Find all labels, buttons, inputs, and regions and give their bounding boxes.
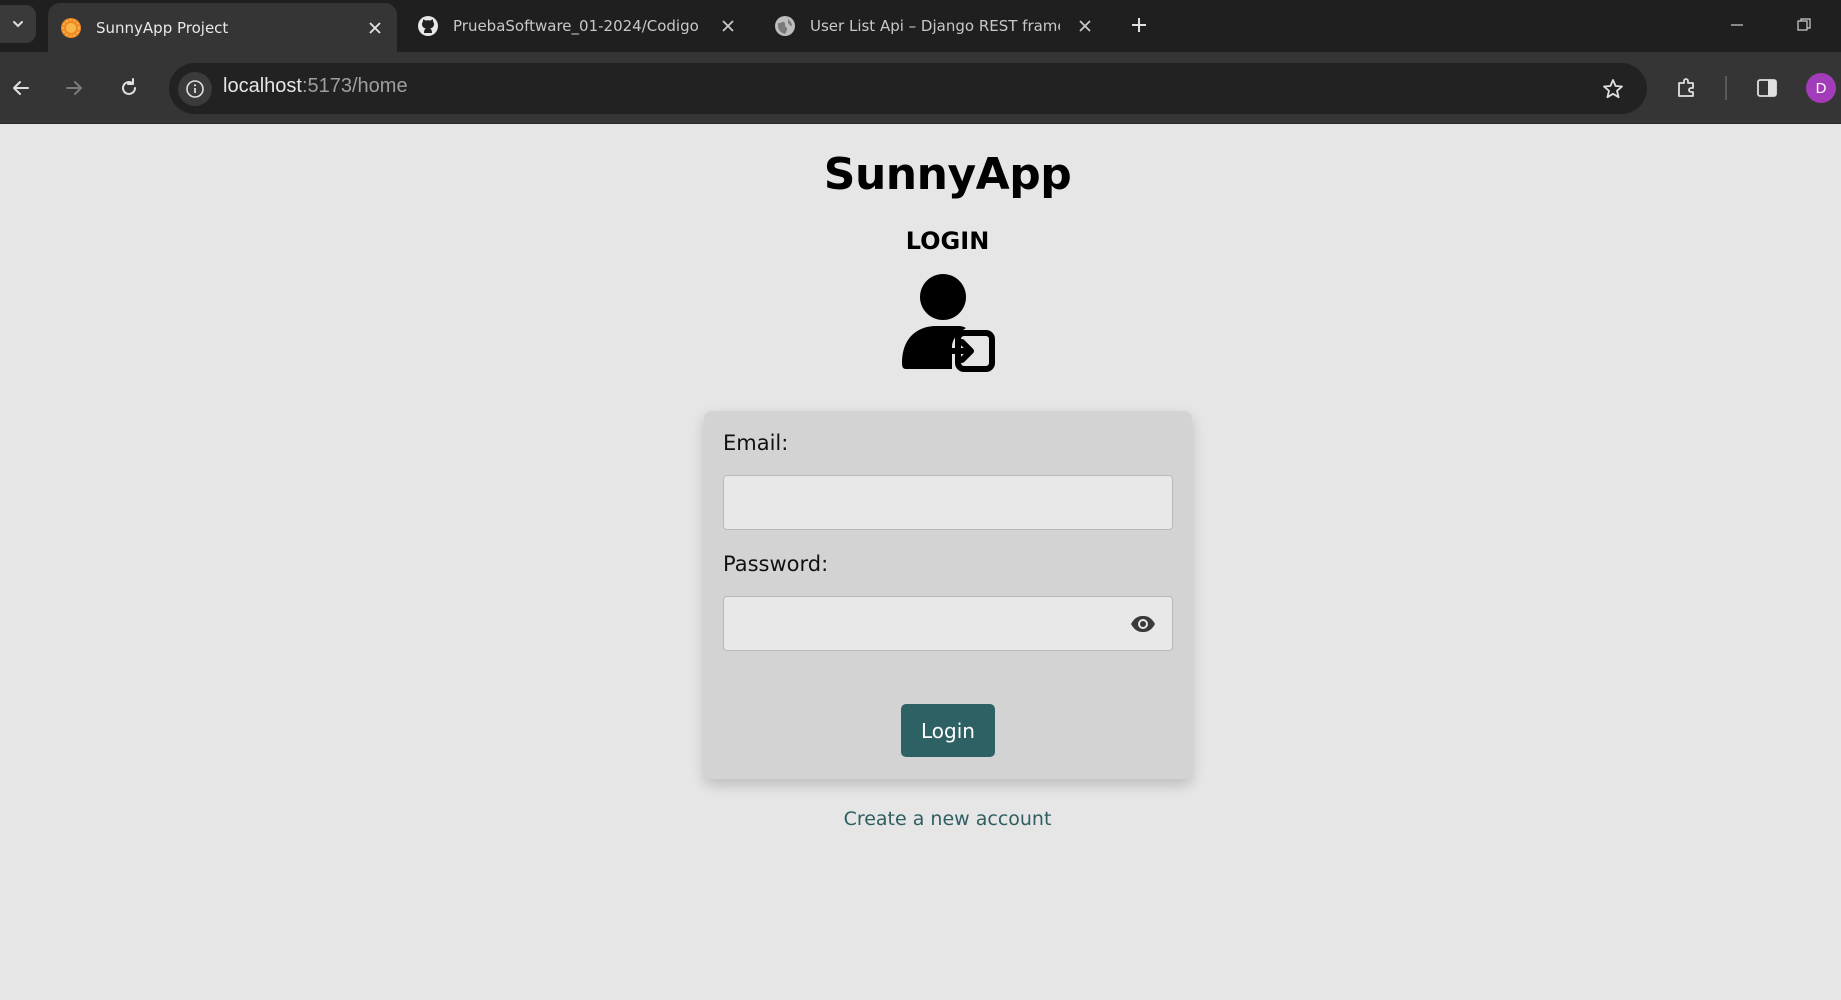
url-path: :5173/home bbox=[301, 75, 408, 97]
tab-strip: SunnyApp Project PruebaSoftware_01-2024/… bbox=[0, 0, 1841, 52]
reload-button[interactable] bbox=[111, 70, 147, 106]
plus-icon bbox=[1132, 18, 1146, 32]
tab-title: PruebaSoftware_01-2024/Codigo at d bbox=[453, 17, 703, 35]
arrow-right-icon bbox=[66, 81, 82, 95]
close-icon[interactable] bbox=[1075, 16, 1095, 36]
chevron-down-icon bbox=[13, 21, 23, 28]
tab-title: SunnyApp Project bbox=[96, 18, 229, 37]
minimize-button[interactable] bbox=[1722, 12, 1752, 38]
user-login-icon bbox=[902, 274, 995, 372]
url-host: localhost bbox=[223, 75, 302, 97]
side-panel-button[interactable] bbox=[1749, 70, 1785, 106]
side-panel-icon bbox=[1757, 79, 1777, 97]
tab-search-button[interactable] bbox=[0, 5, 36, 43]
restore-button[interactable] bbox=[1789, 12, 1819, 38]
create-account-link[interactable]: Create a new account bbox=[0, 808, 1841, 830]
app-title: SunnyApp bbox=[823, 149, 1072, 200]
reload-icon bbox=[122, 78, 136, 95]
close-icon[interactable] bbox=[365, 18, 385, 38]
password-field[interactable] bbox=[723, 596, 1173, 651]
close-icon[interactable] bbox=[718, 16, 738, 36]
login-card: Email: Password: Login bbox=[704, 411, 1192, 779]
tab-django-api[interactable]: User List Api – Django REST framewor bbox=[762, 0, 1107, 52]
url-text: localhost:5173/home bbox=[223, 75, 408, 98]
arrow-left-icon bbox=[13, 81, 29, 95]
back-button[interactable] bbox=[3, 70, 39, 106]
github-icon bbox=[417, 15, 439, 37]
login-heading: LOGIN bbox=[905, 227, 990, 255]
page-content: SunnyApp LOGIN Email: Password: Login Cr… bbox=[0, 125, 1841, 1000]
tab-title: User List Api – Django REST framewor bbox=[810, 17, 1060, 35]
globe-icon bbox=[774, 15, 796, 37]
profile-avatar[interactable]: D bbox=[1806, 73, 1836, 103]
browser-toolbar: localhost:5173/home D bbox=[0, 52, 1841, 124]
bookmark-star-icon[interactable] bbox=[1599, 75, 1627, 103]
email-field[interactable] bbox=[723, 475, 1173, 530]
tab-sunnyapp[interactable]: SunnyApp Project bbox=[48, 3, 397, 52]
restore-icon bbox=[1797, 18, 1811, 31]
address-bar[interactable]: localhost:5173/home bbox=[169, 63, 1647, 114]
email-label: Email: bbox=[723, 431, 789, 455]
password-label: Password: bbox=[723, 552, 829, 576]
extensions-button[interactable] bbox=[1669, 70, 1705, 106]
new-tab-button[interactable] bbox=[1126, 12, 1152, 38]
toolbar-divider bbox=[1725, 76, 1727, 100]
eye-icon[interactable] bbox=[1130, 613, 1156, 635]
sun-favicon-icon bbox=[60, 17, 82, 39]
login-button[interactable]: Login bbox=[901, 704, 995, 757]
minimize-icon bbox=[1731, 24, 1743, 26]
puzzle-icon bbox=[1678, 78, 1694, 97]
site-info-icon[interactable] bbox=[178, 72, 212, 106]
forward-button[interactable] bbox=[56, 70, 92, 106]
tab-github[interactable]: PruebaSoftware_01-2024/Codigo at d bbox=[405, 0, 750, 52]
